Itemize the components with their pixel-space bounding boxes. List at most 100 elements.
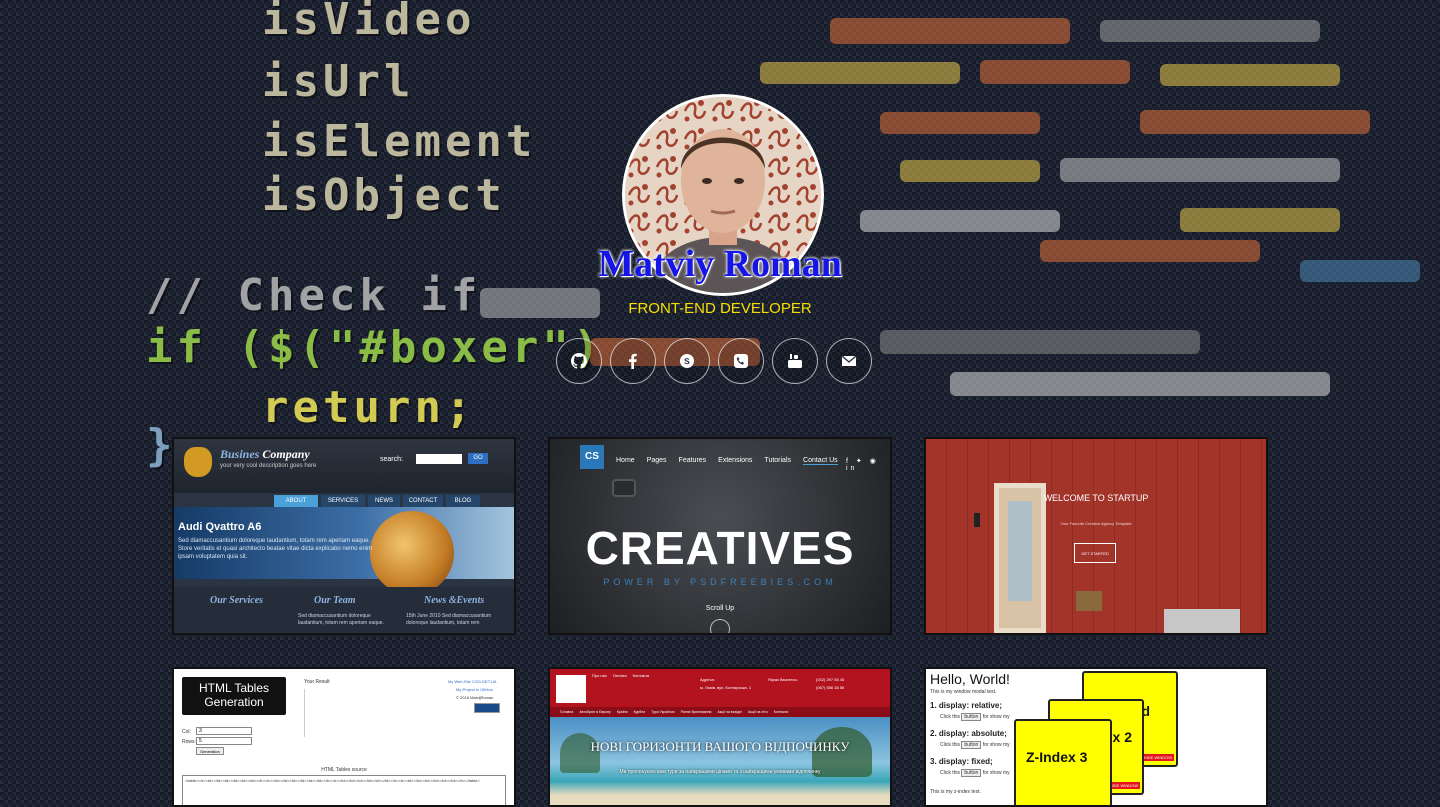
zindex-item-2: 2. display: absolute; Click this button … bbox=[930, 729, 1010, 749]
nav-item[interactable]: Контакти bbox=[774, 707, 789, 717]
nav-item[interactable]: Pages bbox=[647, 457, 667, 465]
get-started-button[interactable]: GET STARTED bbox=[1074, 543, 1116, 563]
project-card-business[interactable]: Busines Company your very cool descripti… bbox=[172, 437, 516, 635]
nav-item[interactable]: CONTACT bbox=[403, 495, 443, 507]
beach-image bbox=[550, 717, 890, 805]
creatives-title: CREATIVES bbox=[585, 522, 855, 574]
bg-code-block bbox=[860, 210, 1060, 232]
nav-item[interactable]: BLOG bbox=[446, 495, 480, 507]
result-label: Your Result bbox=[304, 679, 330, 685]
bg-code-line: isVideo bbox=[262, 0, 476, 45]
phone-number: (032) 297 56 45 bbox=[816, 677, 845, 682]
creatives-subtitle: POWER BY PSDFREEBIES.COM bbox=[603, 577, 837, 587]
business-banner: Audi Qvattro A6 Sed diamaccusantium dolo… bbox=[174, 507, 514, 595]
nav-item[interactable]: Акції на вихідні bbox=[717, 707, 742, 717]
top-links: Про нас Оплата Контакти bbox=[592, 673, 649, 678]
nav-item[interactable]: NEWS bbox=[368, 495, 400, 507]
rows-label: Rows: bbox=[182, 739, 196, 745]
phone-link[interactable] bbox=[718, 338, 764, 384]
facebook-link[interactable] bbox=[610, 338, 656, 384]
facebook-icon bbox=[629, 353, 637, 369]
skype-icon bbox=[680, 354, 694, 368]
bg-code-block bbox=[980, 60, 1130, 84]
column-title: Our Services bbox=[210, 595, 264, 606]
item-button[interactable]: button bbox=[961, 741, 982, 749]
startup-subtitle: Your Favorite Creative Agency Template bbox=[1060, 521, 1132, 526]
nav-item[interactable]: Features bbox=[679, 457, 707, 465]
travel-header: Про нас Оплата Контакти Адреса: м. Львів… bbox=[550, 669, 890, 707]
col-label: Col: bbox=[182, 729, 191, 735]
nav-item[interactable]: ABOUT bbox=[274, 495, 318, 507]
zindex-footer: This is my z-index test. bbox=[930, 789, 981, 795]
project-card-creatives[interactable]: CS Home Pages Features Extensions Tutori… bbox=[548, 437, 892, 635]
banner-title: Audi Qvattro A6 bbox=[178, 521, 262, 533]
hours-label: Якраз бачитесь: bbox=[768, 677, 798, 682]
project-card-zindex[interactable]: Hello, World! This is my window modal te… bbox=[924, 667, 1268, 807]
top-link[interactable]: Контакти bbox=[633, 673, 650, 678]
business-header: Busines Company your very cool descripti… bbox=[174, 439, 514, 493]
box-label: x 2 bbox=[1112, 729, 1132, 745]
nav-item[interactable]: Країни bbox=[617, 707, 628, 717]
github-icon bbox=[571, 353, 587, 369]
creatives-nav: Home Pages Features Extensions Tutorials… bbox=[616, 457, 838, 465]
scroll-up-label: Scroll Up bbox=[705, 605, 735, 612]
project-card-startup[interactable]: WELCOME TO STARTUP Your Favorite Creativ… bbox=[924, 437, 1268, 635]
bg-code-line: if ($("#boxer") bbox=[146, 322, 604, 373]
nav-item[interactable]: Тури Україною bbox=[651, 707, 675, 717]
nav-item[interactable]: Раннє бронювання bbox=[681, 707, 712, 717]
bg-code-block bbox=[1100, 20, 1320, 42]
footer-link: © 2016 MatvijRoman bbox=[456, 695, 494, 700]
nav-item[interactable]: Автобусні в Європу bbox=[579, 707, 610, 717]
skype-link[interactable] bbox=[664, 338, 710, 384]
door-window bbox=[1008, 501, 1032, 601]
search-input[interactable] bbox=[416, 454, 462, 464]
hide-window-button[interactable]: HIDE WINDOW bbox=[1141, 754, 1174, 761]
nav-item[interactable]: SERVICES bbox=[321, 495, 365, 507]
bg-code-line: isObject bbox=[262, 170, 506, 221]
project-card-html-tables[interactable]: HTML Tables Generation Col: 3 Rows: 5 Ge… bbox=[172, 667, 516, 807]
item-title: 1. display: relative; bbox=[930, 701, 1003, 710]
email-link[interactable] bbox=[826, 338, 872, 384]
zindex-item-1: 1. display: relative; Click this button … bbox=[930, 701, 1010, 721]
nav-item[interactable]: Extensions bbox=[718, 457, 752, 465]
nav-item[interactable]: Home bbox=[616, 457, 635, 465]
footer-link[interactable]: My Project in GitHub bbox=[456, 687, 493, 692]
bg-code-block bbox=[760, 62, 960, 84]
project-card-travel[interactable]: Про нас Оплата Контакти Адреса: м. Львів… bbox=[548, 667, 892, 807]
zindex-heading: Hello, World! bbox=[930, 671, 1010, 687]
item-button[interactable]: button bbox=[961, 713, 982, 721]
column-title: News &Events bbox=[424, 595, 485, 606]
bg-code-block bbox=[1180, 208, 1340, 232]
nav-item[interactable]: Tutorials bbox=[764, 457, 791, 465]
bg-code-line: return; bbox=[262, 382, 476, 433]
item-title: 2. display: absolute; bbox=[930, 729, 1007, 738]
generation-button[interactable]: Generation bbox=[196, 747, 224, 755]
search-go-button[interactable]: GO bbox=[468, 453, 488, 464]
top-link[interactable]: Про нас bbox=[592, 673, 607, 678]
col-input[interactable]: 3 bbox=[196, 727, 252, 735]
hide-window-button[interactable]: HIDE WINDOW bbox=[1107, 782, 1140, 789]
column-text: 15th June 2010 Sed diamaccusantium dolor… bbox=[406, 613, 492, 626]
top-link[interactable]: Оплата bbox=[613, 673, 627, 678]
business-tagline: your very cool description goes here bbox=[220, 463, 317, 469]
nav-item[interactable]: Головна bbox=[560, 707, 573, 717]
scroll-up-button[interactable] bbox=[710, 619, 730, 633]
banner-text: Sed diamaccusantium doloreque laudantium… bbox=[178, 538, 373, 560]
camera-icon bbox=[612, 479, 636, 497]
mailbox bbox=[1076, 591, 1102, 611]
nav-item[interactable]: Contact Us bbox=[803, 457, 838, 465]
creatives-social-icons: f ✦ ◉ in bbox=[846, 458, 879, 472]
result-preview bbox=[304, 689, 324, 737]
garage-door bbox=[1164, 609, 1240, 633]
money-bag-icon bbox=[184, 447, 212, 477]
footer-link[interactable]: My Web-Site CGG.DET.UA bbox=[448, 679, 496, 684]
nav-item[interactable]: Курбни bbox=[634, 707, 646, 717]
source-textarea[interactable]: <table><tr><td></td><td></td><td></td></… bbox=[182, 775, 506, 805]
bg-code-block bbox=[950, 372, 1330, 396]
phone-number: (067) 556 38 56 bbox=[816, 685, 845, 690]
youtube-link[interactable] bbox=[772, 338, 818, 384]
rows-input[interactable]: 5 bbox=[196, 737, 252, 745]
item-button[interactable]: button bbox=[961, 769, 982, 777]
github-link[interactable] bbox=[556, 338, 602, 384]
nav-item[interactable]: Акції на літо bbox=[748, 707, 768, 717]
